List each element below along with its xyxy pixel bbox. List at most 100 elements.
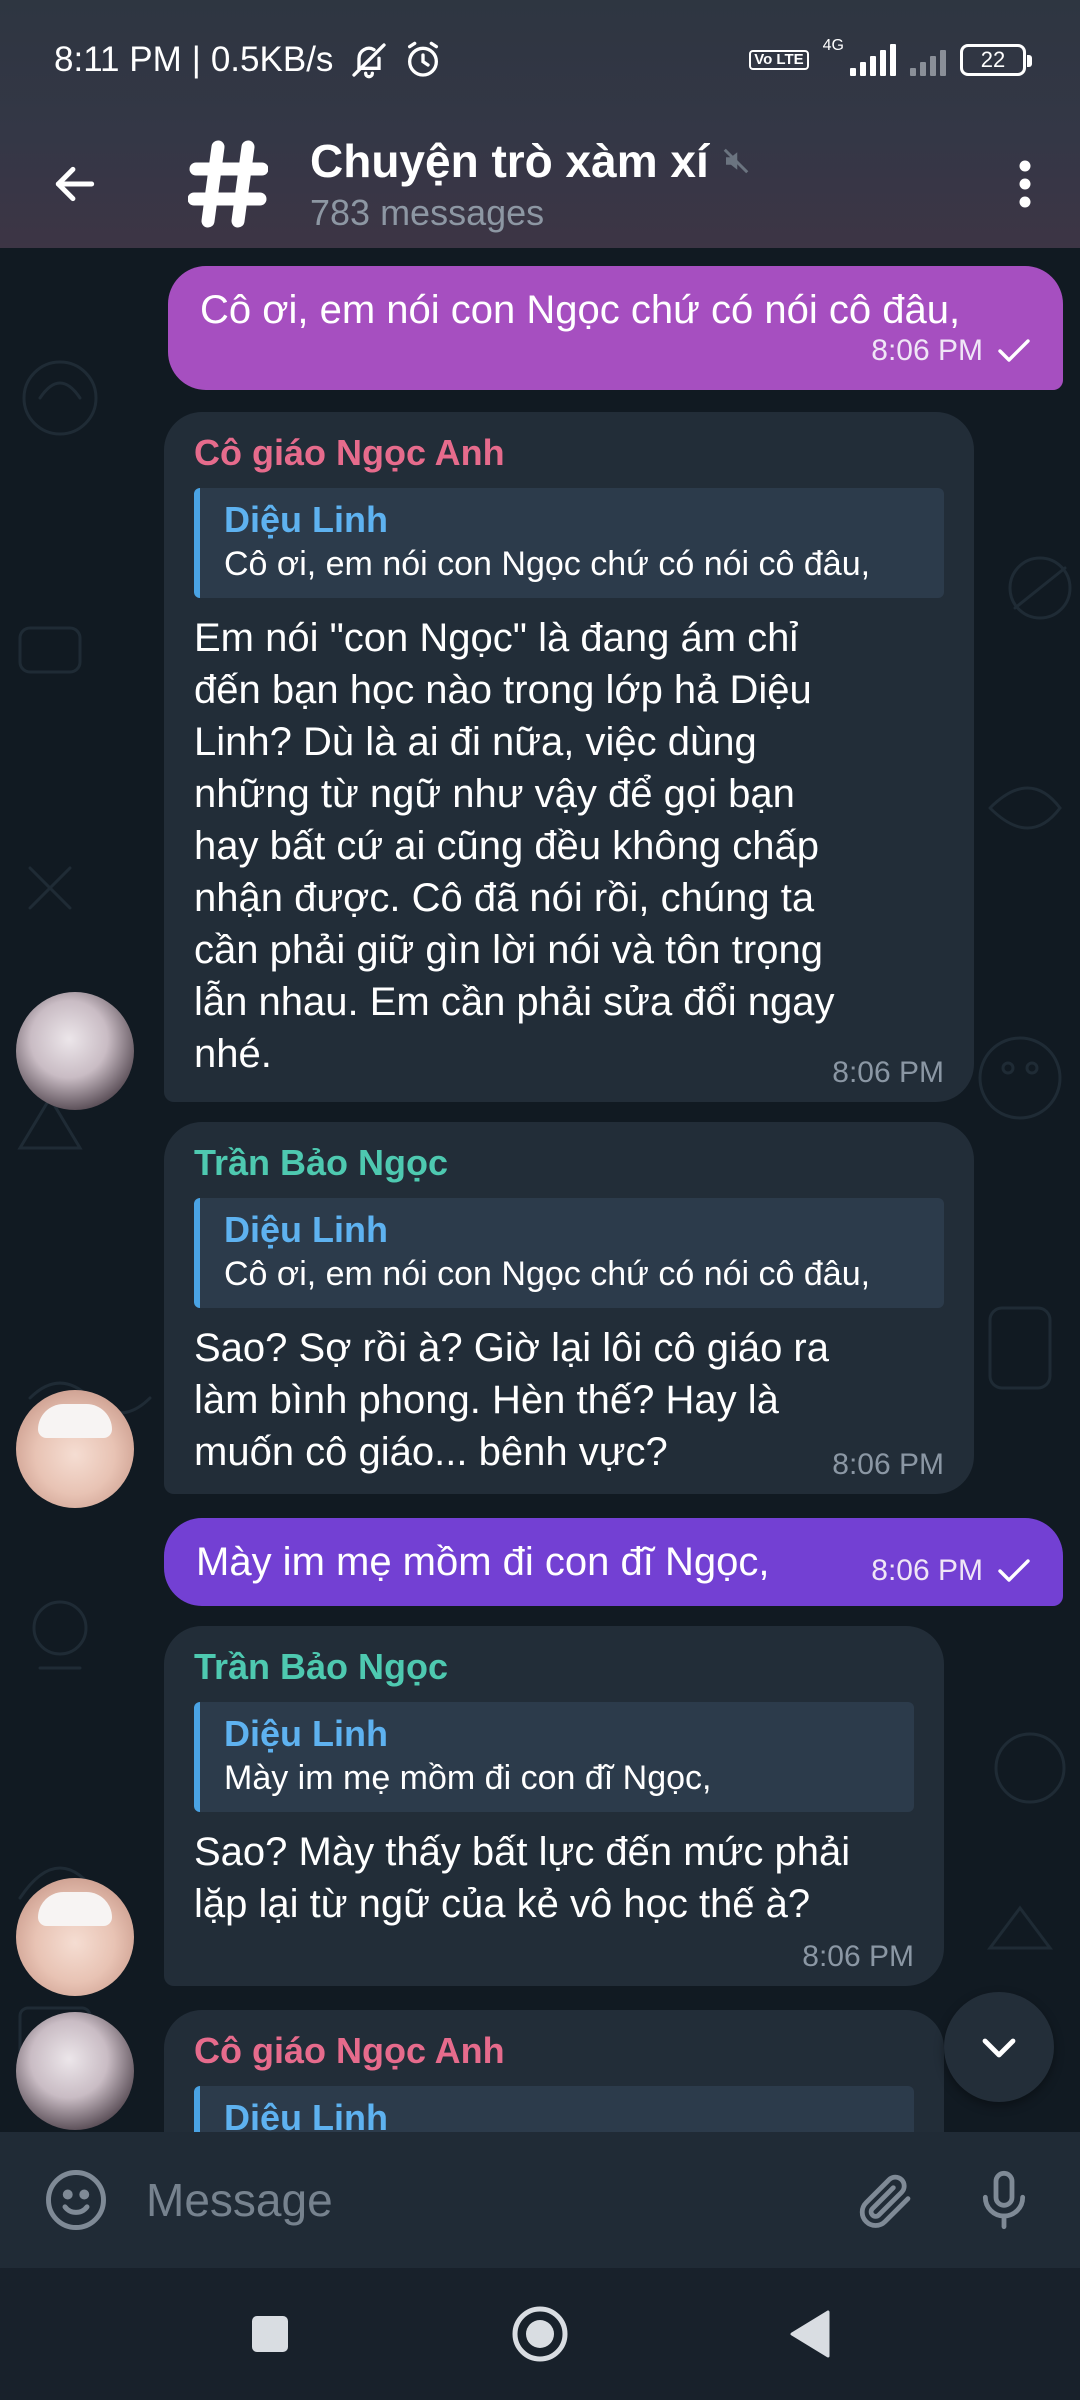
incoming-message[interactable]: Cô giáo Ngọc Anh Diệu Linh Cô ơi, em nói… bbox=[164, 412, 974, 1102]
chat-subtitle: 783 messages bbox=[310, 192, 545, 233]
status-separator: | bbox=[191, 40, 201, 79]
message-line: hay bất cứ ai cũng đều không chấp bbox=[194, 824, 819, 868]
message-line: nhận được. Cô đã nói rồi, chúng ta bbox=[194, 876, 815, 920]
message-line: Sao? Sợ rồi à? Giờ lại lôi cô giáo ra bbox=[194, 1326, 829, 1370]
message-line: đến bạn học nào trong lớp hả Diệu bbox=[194, 668, 812, 712]
reply-preview[interactable]: Diệu Linh bbox=[194, 2086, 914, 2132]
message-text: Mày im mẹ mồm đi con đĩ Ngọc, bbox=[196, 1540, 770, 1584]
battery-icon: 22 bbox=[960, 44, 1032, 76]
message-line: những từ ngữ như vậy để gọi bạn bbox=[194, 772, 795, 816]
message-meta: 8:06 PM bbox=[871, 1554, 1031, 1588]
incoming-message[interactable]: Trần Bảo Ngọc Diệu Linh Mày im mẹ mồm đi… bbox=[164, 1626, 944, 1986]
voice-record-button[interactable] bbox=[964, 2160, 1044, 2240]
reply-text: Cô ơi, em nói con Ngọc chứ có nói cô đâu… bbox=[224, 545, 871, 583]
incoming-message[interactable]: Trần Bảo Ngọc Diệu Linh Cô ơi, em nói co… bbox=[164, 1122, 974, 1494]
chat-info[interactable]: Chuyện trò xàm xí 783 messages bbox=[310, 134, 970, 234]
microphone-icon bbox=[982, 2170, 1026, 2230]
sender-avatar[interactable] bbox=[16, 992, 134, 1110]
message-line: Em nói "con Ngọc" là đang ám chỉ bbox=[194, 616, 799, 660]
message-line: lặp lại từ ngữ của kẻ vô học thế à? bbox=[194, 1882, 811, 1926]
reply-author: Diệu Linh bbox=[224, 499, 388, 540]
message-time: 8:06 PM bbox=[832, 1056, 944, 1089]
message-time: 8:06 PM bbox=[802, 1940, 914, 1973]
read-check-icon bbox=[998, 1559, 1030, 1582]
network-label: 4G bbox=[822, 37, 844, 54]
message-line: Sao? Mày thấy bất lực đến mức phải bbox=[194, 1830, 851, 1874]
reply-text: Cô ơi, em nói con Ngọc chứ có nói cô đâu… bbox=[224, 1255, 871, 1293]
sender-name[interactable]: Cô giáo Ngọc Anh bbox=[194, 2030, 914, 2072]
status-time: 8:11 PM bbox=[54, 40, 182, 79]
message-text: Em nói "con Ngọc" là đang ám chỉ đến bạn… bbox=[194, 612, 944, 1080]
message-line: làm bình phong. Hèn thế? Hay là bbox=[194, 1378, 779, 1422]
attach-button[interactable] bbox=[844, 2160, 924, 2240]
mute-notifications-icon bbox=[352, 43, 387, 79]
reply-preview[interactable]: Diệu Linh Mày im mẹ mồm đi con đĩ Ngọc, bbox=[194, 1702, 914, 1812]
recents-button[interactable] bbox=[230, 2294, 310, 2374]
square-icon bbox=[252, 2316, 288, 2352]
paperclip-icon bbox=[859, 2174, 911, 2228]
alarm-icon bbox=[408, 41, 439, 77]
home-button[interactable] bbox=[500, 2294, 580, 2374]
sender-name[interactable]: Trần Bảo Ngọc bbox=[194, 1646, 914, 1688]
telegram-chat-screen: 8:11 PM | 0.5KB/s Vo LTE 4G 22 Chuyện tr… bbox=[0, 0, 1080, 2400]
incoming-message[interactable]: Cô giáo Ngọc Anh Diệu Linh bbox=[164, 2010, 944, 2132]
triangle-back-icon bbox=[790, 2310, 830, 2358]
message-list[interactable]: Cô ơi, em nói con Ngọc chứ có nói cô đâu… bbox=[0, 248, 1080, 2132]
emoji-button[interactable] bbox=[36, 2160, 116, 2240]
signal-icon bbox=[850, 44, 896, 76]
message-composer bbox=[0, 2132, 1080, 2268]
message-time: 8:06 PM bbox=[832, 1448, 944, 1481]
message-meta: 8:06 PM bbox=[200, 334, 1031, 368]
reply-preview[interactable]: Diệu Linh Cô ơi, em nói con Ngọc chứ có … bbox=[194, 1198, 944, 1308]
message-text: Cô ơi, em nói con Ngọc chứ có nói cô đâu… bbox=[200, 288, 961, 332]
back-nav-button[interactable] bbox=[770, 2294, 850, 2374]
message-meta: 8:06 PM bbox=[802, 1940, 914, 1974]
volte-icon: Vo LTE bbox=[749, 50, 809, 70]
message-line: Linh? Dù là ai đi nữa, việc dùng bbox=[194, 720, 757, 764]
status-icons-left bbox=[349, 40, 443, 80]
message-time: 8:06 PM bbox=[871, 334, 983, 367]
chat-avatar[interactable] bbox=[150, 120, 310, 248]
message-meta: 8:06 PM bbox=[832, 1448, 944, 1482]
scroll-to-bottom-button[interactable] bbox=[944, 1992, 1054, 2102]
chevron-down-icon bbox=[982, 2038, 1016, 2058]
status-speed: 0.5KB/s bbox=[210, 40, 334, 79]
hashtag-icon bbox=[188, 140, 268, 228]
status-left: 8:11 PM | 0.5KB/s bbox=[54, 40, 443, 80]
more-options-button[interactable] bbox=[970, 120, 1080, 248]
read-check-icon bbox=[998, 339, 1030, 362]
reply-author: Diệu Linh bbox=[224, 1713, 388, 1754]
status-right: Vo LTE 4G 22 bbox=[749, 37, 1032, 76]
signal-weak-icon bbox=[910, 44, 946, 76]
message-meta: 8:06 PM bbox=[832, 1056, 944, 1090]
back-button[interactable] bbox=[0, 120, 150, 248]
emoji-icon bbox=[46, 2170, 106, 2230]
sender-name[interactable]: Cô giáo Ngọc Anh bbox=[194, 432, 944, 474]
sender-avatar[interactable] bbox=[16, 1878, 134, 1996]
reply-text: Mày im mẹ mồm đi con đĩ Ngọc, bbox=[224, 1759, 712, 1797]
outgoing-message[interactable]: Cô ơi, em nói con Ngọc chứ có nói cô đâu… bbox=[168, 266, 1063, 390]
sender-avatar[interactable] bbox=[16, 1390, 134, 1508]
home-circle-icon bbox=[512, 2306, 568, 2362]
status-bar: 8:11 PM | 0.5KB/s Vo LTE 4G 22 bbox=[0, 0, 1080, 120]
chat-title-row: Chuyện trò xàm xí bbox=[310, 134, 970, 188]
sender-name[interactable]: Trần Bảo Ngọc bbox=[194, 1142, 944, 1184]
reply-preview[interactable]: Diệu Linh Cô ơi, em nói con Ngọc chứ có … bbox=[194, 488, 944, 598]
outgoing-message[interactable]: Mày im mẹ mồm đi con đĩ Ngọc, 8:06 PM bbox=[164, 1518, 1063, 1606]
message-line: cần phải giữ gìn lời nói và tôn trọng bbox=[194, 928, 823, 972]
battery-level: 22 bbox=[980, 47, 1006, 72]
reply-author: Diệu Linh bbox=[224, 2097, 388, 2132]
system-navigation-bar bbox=[0, 2268, 1080, 2400]
message-time: 8:06 PM bbox=[871, 1554, 983, 1587]
chat-header: Chuyện trò xàm xí 783 messages bbox=[0, 120, 1080, 248]
arrow-left-icon bbox=[55, 166, 95, 202]
more-vertical-icon bbox=[1019, 160, 1031, 208]
message-text: Sao? Mày thấy bất lực đến mức phải lặp l… bbox=[194, 1826, 914, 1930]
sender-avatar[interactable] bbox=[16, 2012, 134, 2130]
reply-author: Diệu Linh bbox=[224, 1209, 388, 1250]
top-bar: 8:11 PM | 0.5KB/s Vo LTE 4G 22 Chuyện tr… bbox=[0, 0, 1080, 248]
muted-speaker-icon bbox=[723, 148, 749, 174]
message-input[interactable] bbox=[146, 2173, 844, 2227]
message-line: lẫn nhau. Em cần phải sửa đổi ngay bbox=[194, 980, 835, 1024]
chat-title: Chuyện trò xàm xí bbox=[310, 135, 709, 187]
